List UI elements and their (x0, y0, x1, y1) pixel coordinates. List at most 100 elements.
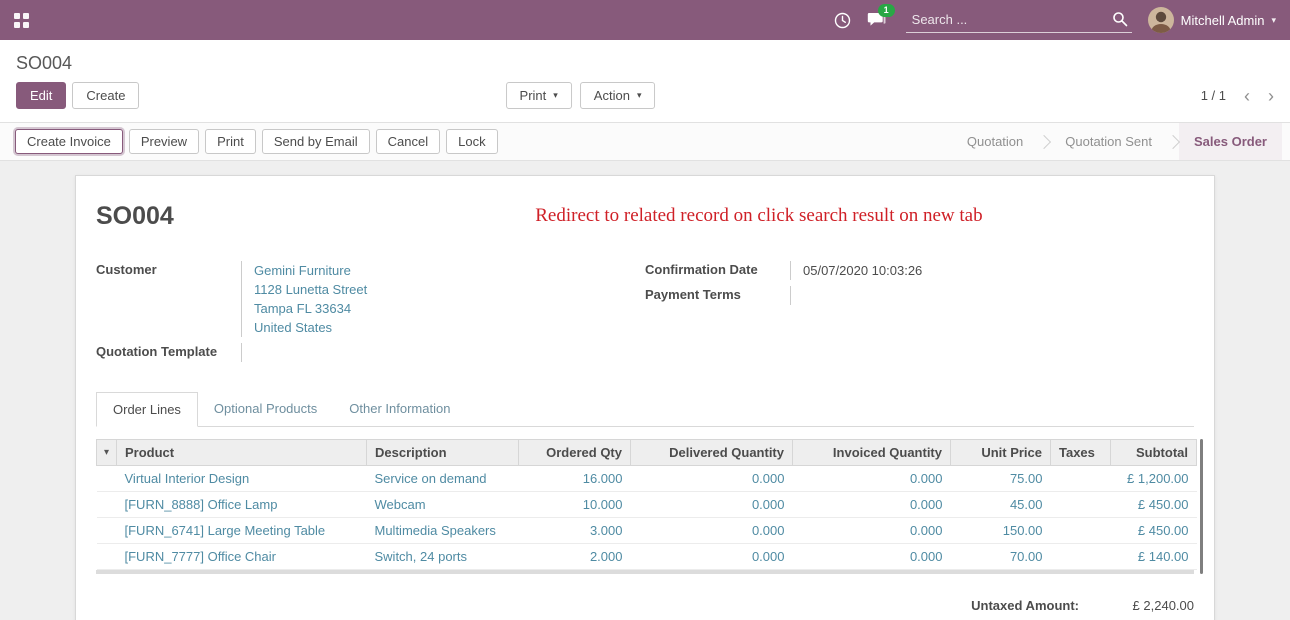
cell-taxes (1051, 466, 1111, 492)
header-ordered-qty[interactable]: Ordered Qty (519, 440, 631, 466)
cell-ordered-qty: 16.000 (519, 466, 631, 492)
cell-ordered-qty: 3.000 (519, 518, 631, 544)
cell-delivered-qty: 0.000 (631, 492, 793, 518)
cell-subtotal: £ 450.00 (1111, 492, 1197, 518)
pager-previous-icon[interactable]: ‹ (1244, 87, 1250, 105)
header-product[interactable]: Product (117, 440, 367, 466)
action-dropdown[interactable]: Action▾ (580, 82, 656, 109)
cell-invoiced-qty: 0.000 (793, 544, 951, 570)
untaxed-amount-value: £ 2,240.00 (1079, 598, 1194, 613)
pager-count: 1 / 1 (1201, 88, 1226, 103)
table-bottom-bar (96, 570, 1194, 574)
print-button[interactable]: Print (205, 129, 256, 154)
cell-invoiced-qty: 0.000 (793, 492, 951, 518)
header-invoiced-quantity[interactable]: Invoiced Quantity (793, 440, 951, 466)
cell-description: Webcam (367, 492, 519, 518)
quotation-template-label: Quotation Template (96, 343, 241, 362)
tab-order-lines[interactable]: Order Lines (96, 392, 198, 427)
cell-product: [FURN_8888] Office Lamp (117, 492, 367, 518)
header-delivered-quantity[interactable]: Delivered Quantity (631, 440, 793, 466)
table-row[interactable]: Virtual Interior Design Service on deman… (97, 466, 1197, 492)
cell-description: Service on demand (367, 466, 519, 492)
header-description[interactable]: Description (367, 440, 519, 466)
status-step-quotation-sent[interactable]: Quotation Sent (1050, 123, 1167, 160)
cell-taxes (1051, 518, 1111, 544)
customer-name: Gemini Furniture (254, 261, 645, 280)
vertical-scrollbar[interactable] (1200, 439, 1203, 574)
confirmation-date-value: 05/07/2020 10:03:26 (790, 261, 1194, 280)
notebook-tabs: Order Lines Optional Products Other Info… (96, 392, 1194, 427)
confirmation-date-label: Confirmation Date (645, 261, 790, 280)
cell-invoiced-qty: 0.000 (793, 518, 951, 544)
header-subtotal[interactable]: Subtotal (1111, 440, 1197, 466)
left-field-group: Customer Gemini Furniture 1128 Lunetta S… (96, 261, 645, 362)
edit-button[interactable]: Edit (16, 82, 66, 109)
cell-delivered-qty: 0.000 (631, 544, 793, 570)
search-input[interactable] (906, 8, 1132, 33)
cell-ordered-qty: 10.000 (519, 492, 631, 518)
header-unit-price[interactable]: Unit Price (951, 440, 1051, 466)
breadcrumb-row: SO004 (0, 40, 1290, 74)
chevron-down-icon: ▾ (637, 90, 642, 101)
right-field-group: Confirmation Date 05/07/2020 10:03:26 Pa… (645, 261, 1194, 305)
create-button[interactable]: Create (72, 82, 139, 109)
cell-description: Switch, 24 ports (367, 544, 519, 570)
customer-city: Tampa FL 33634 (254, 299, 645, 318)
cell-product: Virtual Interior Design (117, 466, 367, 492)
table-row[interactable]: [FURN_7777] Office Chair Switch, 24 port… (97, 544, 1197, 570)
cell-unit-price: 45.00 (951, 492, 1051, 518)
status-steps: Quotation Quotation Sent Sales Order (952, 123, 1290, 160)
chevron-right-icon (1037, 134, 1051, 148)
cell-delivered-qty: 0.000 (631, 466, 793, 492)
apps-menu-icon[interactable] (14, 13, 29, 28)
status-step-sales-order[interactable]: Sales Order (1179, 123, 1282, 160)
top-navbar: 1 Mitchell Admin ▾ (0, 0, 1290, 40)
cell-subtotal: £ 140.00 (1111, 544, 1197, 570)
breadcrumb: SO004 (16, 53, 72, 73)
sheet-header: SO004 Redirect to related record on clic… (96, 202, 1194, 231)
chevron-right-icon (1166, 134, 1180, 148)
pager-next-icon[interactable]: › (1268, 87, 1274, 105)
tab-optional-products[interactable]: Optional Products (198, 392, 333, 427)
tab-other-information[interactable]: Other Information (333, 392, 466, 427)
activities-clock-icon[interactable] (834, 12, 851, 29)
column-toggle-caret-icon[interactable]: ▾ (97, 440, 117, 466)
print-dropdown[interactable]: Print▾ (506, 82, 572, 109)
cell-subtotal: £ 1,200.00 (1111, 466, 1197, 492)
avatar (1148, 7, 1174, 33)
message-counter-badge: 1 (878, 4, 895, 17)
table-row[interactable]: [FURN_8888] Office Lamp Webcam 10.000 0.… (97, 492, 1197, 518)
cell-product: [FURN_7777] Office Chair (117, 544, 367, 570)
payment-terms-label: Payment Terms (645, 286, 790, 305)
cell-delivered-qty: 0.000 (631, 518, 793, 544)
edit-create-group: Edit Create (16, 82, 139, 109)
send-by-email-button[interactable]: Send by Email (262, 129, 370, 154)
user-name: Mitchell Admin (1181, 13, 1265, 28)
customer-street: 1128 Lunetta Street (254, 280, 645, 299)
chevron-down-icon: ▾ (1271, 15, 1276, 26)
cell-unit-price: 70.00 (951, 544, 1051, 570)
header-taxes[interactable]: Taxes (1051, 440, 1111, 466)
cancel-button[interactable]: Cancel (376, 129, 440, 154)
cell-unit-price: 150.00 (951, 518, 1051, 544)
payment-terms-value (790, 286, 1194, 305)
cell-handle (97, 544, 117, 570)
messages-icon[interactable]: 1 (867, 12, 886, 28)
create-invoice-button[interactable]: Create Invoice (15, 129, 123, 154)
status-step-quotation[interactable]: Quotation (952, 123, 1038, 160)
content-area: SO004 Redirect to related record on clic… (0, 161, 1290, 620)
cell-taxes (1051, 492, 1111, 518)
cell-unit-price: 75.00 (951, 466, 1051, 492)
search-icon[interactable] (1112, 11, 1128, 27)
user-menu[interactable]: Mitchell Admin ▾ (1148, 7, 1276, 33)
cell-product: [FURN_6741] Large Meeting Table (117, 518, 367, 544)
global-search (906, 8, 1132, 33)
cell-invoiced-qty: 0.000 (793, 466, 951, 492)
lock-button[interactable]: Lock (446, 129, 497, 154)
field-groups: Customer Gemini Furniture 1128 Lunetta S… (96, 261, 1194, 362)
untaxed-amount-label: Untaxed Amount: (971, 598, 1079, 613)
preview-button[interactable]: Preview (129, 129, 199, 154)
chevron-down-icon: ▾ (553, 90, 558, 101)
table-row[interactable]: [FURN_6741] Large Meeting Table Multimed… (97, 518, 1197, 544)
customer-value[interactable]: Gemini Furniture 1128 Lunetta Street Tam… (241, 261, 645, 337)
